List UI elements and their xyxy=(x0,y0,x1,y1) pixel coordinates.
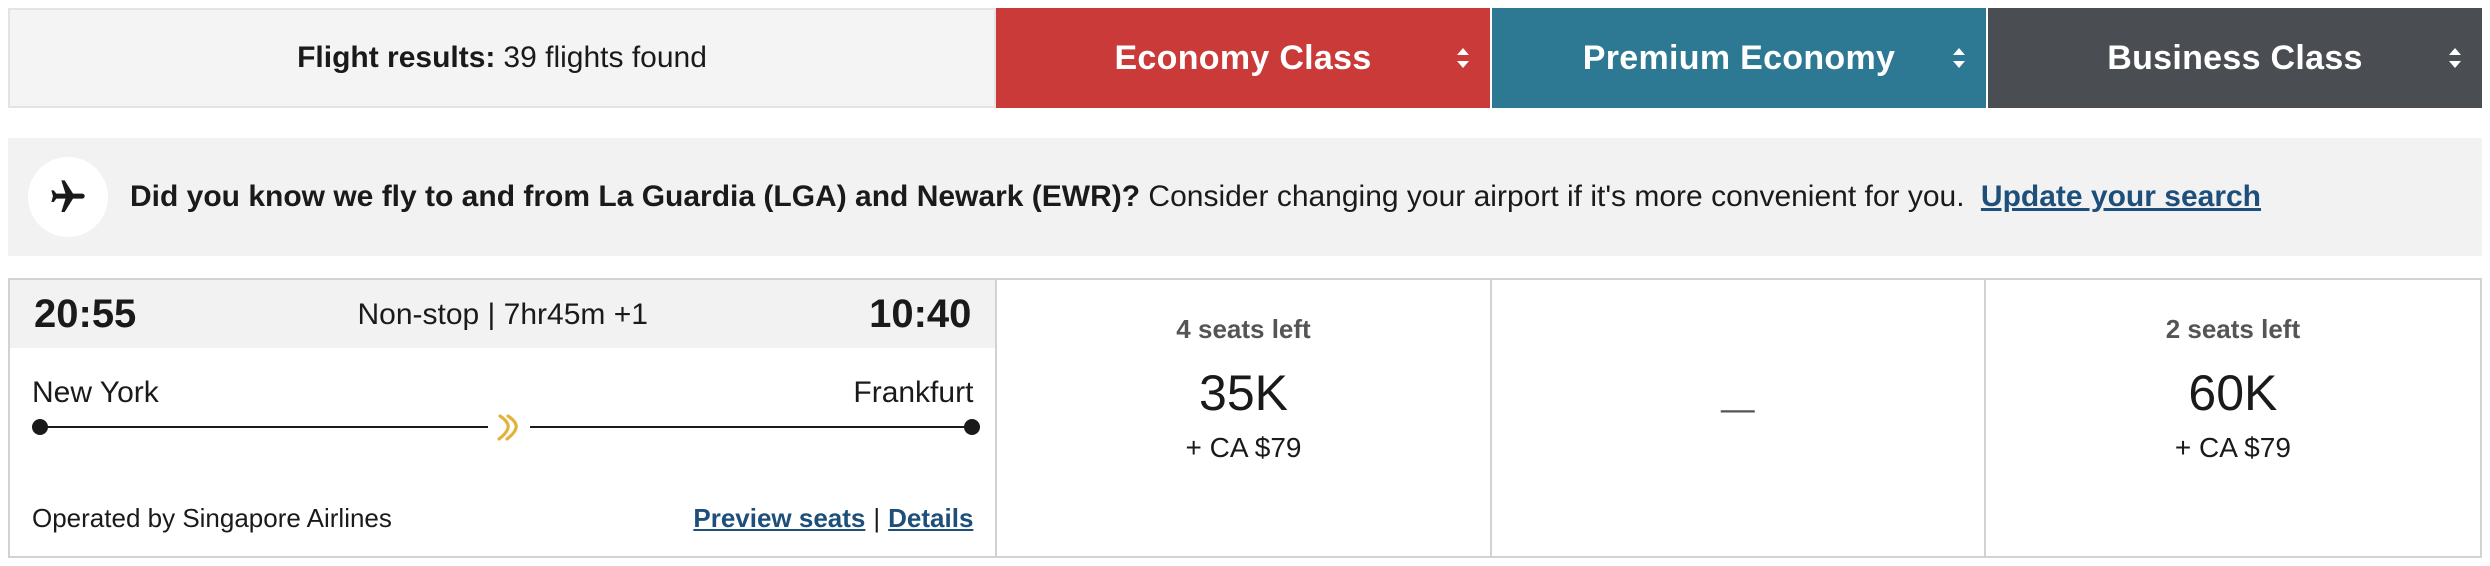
destination-dot xyxy=(964,419,980,435)
airplane-icon-container xyxy=(28,157,108,237)
flight-links: Preview seats | Details xyxy=(693,503,973,534)
fare-miles: 35K xyxy=(1199,365,1288,421)
banner-message: Did you know we fly to and from La Guard… xyxy=(130,180,2261,214)
cabin-header-business[interactable]: Business Class xyxy=(1988,8,2482,108)
results-header: Flight results: 39 flights found Economy… xyxy=(8,8,2482,108)
sort-icon[interactable] xyxy=(2446,44,2464,72)
link-separator: | xyxy=(873,503,881,533)
fare-economy[interactable]: 4 seats left 35K + CA $79 xyxy=(997,280,1492,556)
fare-miles: 60K xyxy=(2188,365,2278,421)
seats-left: 4 seats left xyxy=(1176,314,1311,344)
singapore-airlines-logo-icon xyxy=(497,414,518,441)
cabin-header-economy[interactable]: Economy Class xyxy=(996,8,1490,108)
flight-info: 20:55 Non-stop | 7hr45m +1 10:40 New Yor… xyxy=(10,280,998,556)
flight-results-summary: Flight results: 39 flights found xyxy=(8,8,996,108)
arrival-time: 10:40 xyxy=(869,292,972,336)
origin-city: New York xyxy=(32,376,159,409)
banner-text: Consider changing your airport if it's m… xyxy=(1148,180,1965,213)
update-search-link[interactable]: Update your search xyxy=(1981,180,2261,213)
flight-card: 20:55 Non-stop | 7hr45m +1 10:40 New Yor… xyxy=(8,278,2482,558)
fare-tax: + CA $79 xyxy=(1185,432,1302,463)
details-link[interactable]: Details xyxy=(888,503,973,533)
operated-by: Operated by Singapore Airlines xyxy=(32,503,392,533)
banner-bold-text: Did you know we fly to and from La Guard… xyxy=(130,180,1141,213)
cabin-label: Economy Class xyxy=(1114,38,1372,77)
cabin-header-premium-economy[interactable]: Premium Economy xyxy=(1492,8,1986,108)
cabin-label: Premium Economy xyxy=(1582,38,1896,77)
fare-business[interactable]: 2 seats left 60K + CA $79 xyxy=(1986,280,2480,556)
flight-time-bar: 20:55 Non-stop | 7hr45m +1 10:40 xyxy=(10,280,996,348)
preview-seats-link[interactable]: Preview seats xyxy=(693,503,865,533)
results-count: 39 flights found xyxy=(503,41,707,74)
sort-icon[interactable] xyxy=(1950,44,1968,72)
fare-unavailable: — xyxy=(1720,390,1755,428)
airplane-icon xyxy=(51,180,85,212)
stops-duration: Non-stop | 7hr45m +1 xyxy=(357,298,648,331)
alternate-airports-banner: Did you know we fly to and from La Guard… xyxy=(8,138,2482,256)
fare-tax: + CA $79 xyxy=(2174,432,2291,463)
results-label: Flight results: xyxy=(297,41,496,74)
origin-dot xyxy=(32,419,48,435)
cabin-label: Business Class xyxy=(2107,38,2363,77)
seats-left: 2 seats left xyxy=(2165,314,2301,344)
airline-logo xyxy=(488,406,530,448)
sort-icon[interactable] xyxy=(1454,44,1472,72)
fare-premium-economy: — xyxy=(1492,280,1986,556)
destination-city: Frankfurt xyxy=(853,376,974,409)
